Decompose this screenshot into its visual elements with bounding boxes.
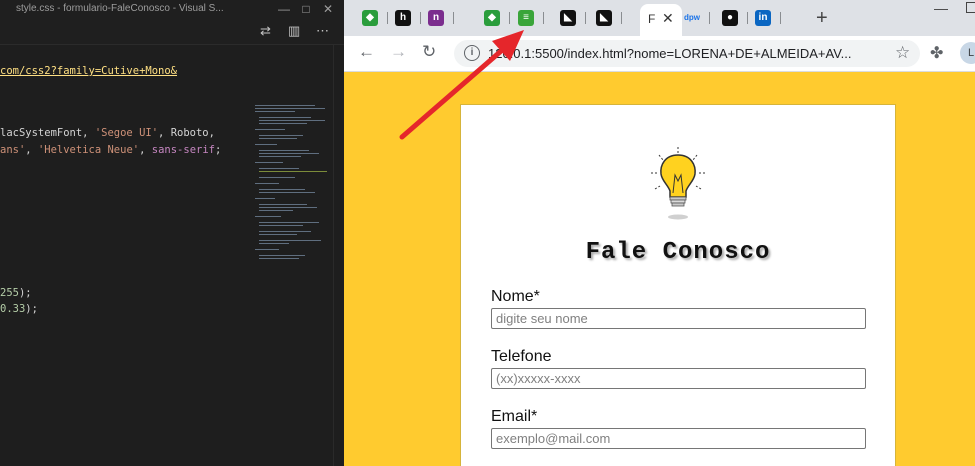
telefone-label: Telefone <box>491 348 552 365</box>
github-desktop-icon: ◆ <box>362 10 378 26</box>
browser-tab[interactable]: ◆ <box>356 8 388 28</box>
code-line: com/css2?family=Cutive+Mono& <box>0 65 177 77</box>
email-input[interactable] <box>491 428 866 449</box>
nome-input[interactable] <box>491 308 866 329</box>
code-line: lacSystemFont, 'Segoe UI', Roboto, <box>0 127 215 139</box>
tab-separator <box>543 12 544 24</box>
editor-scrollbar[interactable] <box>333 45 344 466</box>
code-token: 255 <box>0 287 19 299</box>
bookmark-star-icon[interactable]: ☆ <box>895 43 910 63</box>
code-token: , <box>25 144 38 156</box>
window-minimize-button[interactable]: — <box>934 0 948 16</box>
lightbulb-icon <box>651 147 705 220</box>
tab-separator <box>585 12 586 24</box>
window-maximize-button[interactable] <box>966 2 975 13</box>
code-token: , Roboto, <box>158 127 215 139</box>
code-token: , <box>139 144 152 156</box>
gitbook-icon: ◣ <box>560 10 576 26</box>
new-tab-button[interactable]: + <box>816 7 828 30</box>
more-actions-icon[interactable]: ⋯ <box>316 23 329 39</box>
gitbook-icon: ◣ <box>596 10 612 26</box>
import-url[interactable]: com/css2?family=Cutive+Mono& <box>0 65 177 77</box>
split-editor-icon[interactable]: ▥ <box>288 23 300 39</box>
browser-tab[interactable]: dpw <box>678 8 710 28</box>
vscode-title-bar: style.css - formulario-FaleConosco - Vis… <box>0 0 344 18</box>
minimap[interactable] <box>253 105 333 275</box>
page-title: Fale Conosco <box>585 239 771 266</box>
vscode-maximize-button[interactable]: □ <box>296 0 316 18</box>
active-tab-title: F <box>648 12 656 26</box>
code-token: lacSystemFont, <box>0 127 95 139</box>
browser-tab[interactable]: in <box>749 8 781 28</box>
annotation-arrow-icon <box>399 30 524 140</box>
tab-separator <box>387 12 388 24</box>
code-line: 255); <box>0 287 32 299</box>
vscode-minimize-button[interactable]: — <box>274 0 294 18</box>
code-token: sans-serif <box>151 144 215 156</box>
active-tab[interactable]: F ✕ <box>640 4 682 36</box>
nome-label: Nome* <box>491 288 540 305</box>
vscode-editor-actions: ⇄ ▥ ⋯ <box>0 18 344 45</box>
tab-separator <box>709 12 710 24</box>
code-token: ; <box>214 144 222 156</box>
browser-tab[interactable]: ● <box>716 8 748 28</box>
tab-separator <box>621 12 622 24</box>
code-token: ); <box>25 303 38 315</box>
code-token: ans' <box>0 144 26 156</box>
code-token: 0.33 <box>0 303 26 315</box>
vscode-close-button[interactable]: ✕ <box>318 0 338 18</box>
url-text[interactable]: 120.0.1:5500/index.html?nome=LORENA+DE+A… <box>488 46 852 61</box>
vscode-window: style.css - formulario-FaleConosco - Vis… <box>0 0 344 466</box>
extensions-puzzle-icon[interactable]: ✤ <box>930 43 943 63</box>
code-line: 0.33); <box>0 303 38 315</box>
close-tab-icon[interactable]: ✕ <box>662 10 674 27</box>
compare-changes-icon[interactable]: ⇄ <box>260 23 271 39</box>
back-arrow-icon[interactable]: ← <box>358 42 375 62</box>
browser-tab[interactable]: ◣ <box>590 8 622 28</box>
browser-tab[interactable]: ◣ <box>554 8 586 28</box>
code-token: 'Segoe UI' <box>94 127 159 139</box>
code-token: 'Helvetica Neue' <box>37 144 140 156</box>
tab-separator <box>747 12 748 24</box>
tab-separator <box>780 12 781 24</box>
code-line: ans', 'Helvetica Neue', sans-serif; <box>0 144 221 156</box>
url-rest: 0.0.1:5500/index.html?nome=LORENA+DE+ALM… <box>502 46 852 61</box>
code-token: ); <box>18 287 32 299</box>
contact-form-card: Fale Conosco Nome* Telefone Email* <box>460 104 896 466</box>
code-editor[interactable]: com/css2?family=Cutive+Mono& lacSystemFo… <box>0 45 344 466</box>
email-label: Email* <box>491 408 538 425</box>
telefone-input[interactable] <box>491 368 866 389</box>
github-icon: ● <box>722 10 738 26</box>
profile-avatar[interactable]: L <box>960 42 975 64</box>
linkedin-icon: in <box>755 10 771 26</box>
dpw-icon: dpw <box>684 10 700 26</box>
vscode-window-title: style.css - formulario-FaleConosco - Vis… <box>16 3 224 14</box>
